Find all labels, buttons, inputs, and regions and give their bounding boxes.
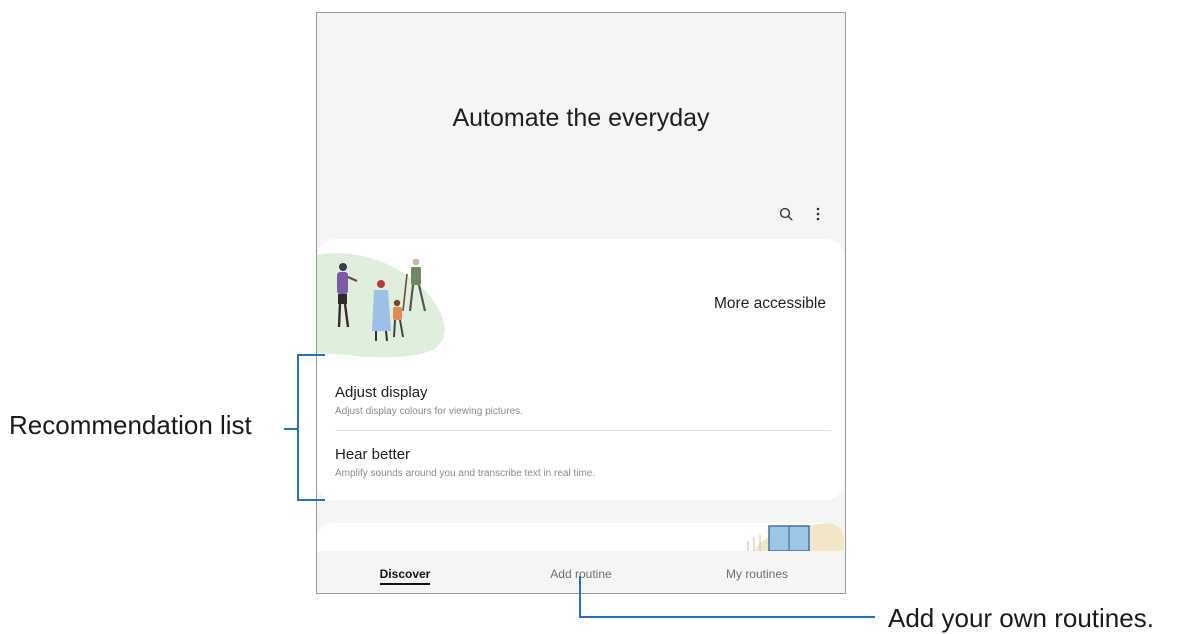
routine-illustration: [747, 523, 844, 551]
tab-label: My routines: [725, 567, 789, 581]
top-actions: [777, 205, 827, 223]
tab-my-routines[interactable]: My routines: [669, 560, 845, 593]
callout-connector: [579, 576, 581, 618]
card-header-label: More accessible: [714, 295, 826, 312]
callout-bracket: [297, 354, 325, 501]
tab-add-routine[interactable]: Add routine: [493, 560, 669, 593]
phone-screen: Automate the everyday More accessible Ad…: [316, 12, 846, 594]
more-options-icon[interactable]: [809, 205, 827, 223]
callout-connector: [579, 616, 875, 618]
tab-label: Discover: [379, 567, 431, 585]
callout-connector: [284, 428, 297, 430]
recommendation-title: Adjust display: [335, 384, 428, 401]
recommendation-description: Amplify sounds around you and transcribe…: [335, 468, 596, 479]
accessibility-illustration: [317, 253, 445, 358]
callout-recommendation-list: Recommendation list: [9, 410, 252, 440]
next-card-preview[interactable]: [317, 523, 844, 551]
page-title: Automate the everyday: [452, 104, 710, 132]
recommendation-title: Hear better: [335, 446, 411, 463]
card-header[interactable]: More accessible: [317, 239, 844, 360]
divider: [335, 430, 831, 431]
recommendation-item[interactable]: Hear better Amplify sounds around you an…: [335, 446, 831, 479]
bottom-navigation: Discover Add routine My routines: [317, 560, 845, 593]
recommendation-description: Adjust display colours for viewing pictu…: [335, 406, 523, 417]
recommendation-item[interactable]: Adjust display Adjust display colours fo…: [335, 384, 831, 417]
recommendation-card: More accessible Adjust display Adjust di…: [317, 239, 844, 500]
search-icon[interactable]: [777, 205, 795, 223]
tab-discover[interactable]: Discover: [317, 560, 493, 593]
callout-add-routines: Add your own routines.: [888, 603, 1154, 633]
